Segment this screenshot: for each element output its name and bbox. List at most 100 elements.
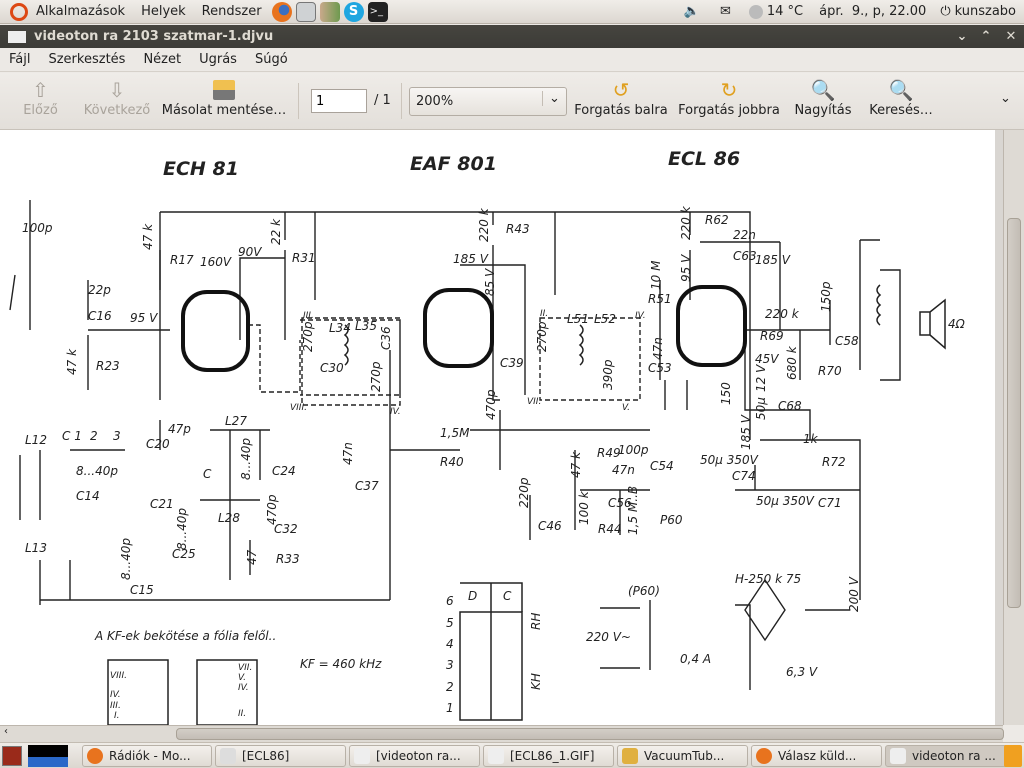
- power-label: 0,4 A: [680, 652, 711, 666]
- user-name[interactable]: kunszabo: [955, 4, 1016, 19]
- menu-edit[interactable]: Szerkesztés: [39, 52, 134, 67]
- menu-places[interactable]: Helyek: [133, 4, 194, 19]
- tube-label: ECH 81: [163, 158, 239, 180]
- rotate-right-icon: ↻: [720, 78, 738, 102]
- terminal-icon[interactable]: >_: [367, 1, 388, 22]
- terminal-label: III.: [303, 311, 314, 321]
- component-label: L34: [329, 321, 351, 335]
- window-title: videoton ra 2103 szatmar-1.djvu: [34, 29, 274, 44]
- component-label: 150: [719, 382, 733, 405]
- component-label: 95 V: [679, 254, 693, 282]
- power-label: (P60): [628, 584, 660, 598]
- menu-help[interactable]: Súgó: [246, 52, 297, 67]
- component-label: 3: [113, 429, 121, 443]
- menu-view[interactable]: Nézet: [134, 52, 190, 67]
- component-label: C 1: [62, 429, 82, 443]
- component-label: 47p: [168, 422, 191, 436]
- horizontal-scrollbar[interactable]: ‹: [0, 725, 1004, 742]
- component-label: 100 k: [577, 490, 591, 525]
- page-total: / 1: [374, 93, 391, 108]
- foil-pin-label: IV.: [110, 690, 121, 700]
- next-button[interactable]: ⇩ Következő: [82, 77, 152, 118]
- vertical-scroll-thumb[interactable]: [1007, 218, 1021, 608]
- component-label: C25: [172, 547, 196, 561]
- component-label: 50µ 350V: [756, 494, 815, 508]
- zoom-select[interactable]: 200% ⌄: [409, 87, 567, 116]
- component-label: 470p: [484, 389, 498, 420]
- component-label: 45V: [755, 352, 779, 366]
- trash-icon[interactable]: [1004, 745, 1022, 767]
- component-label: 270p: [369, 361, 383, 392]
- menu-file[interactable]: Fájl: [0, 52, 39, 67]
- system-monitor-graph[interactable]: [28, 745, 68, 767]
- taskbar: Rádiók - Mo... [ECL86] [videoton ra... […: [0, 742, 1024, 768]
- component-label: 47 k: [569, 451, 583, 478]
- menu-go[interactable]: Ugrás: [190, 52, 246, 67]
- page-number-input[interactable]: [311, 89, 367, 113]
- foil-pin-label: VII.: [238, 663, 252, 673]
- component-label: 8...40p: [76, 464, 118, 478]
- taskbar-item-label: [ECL86]: [242, 749, 290, 763]
- component-label: C32: [274, 522, 298, 536]
- scroll-left-arrow-icon[interactable]: ‹: [4, 726, 8, 737]
- taskbar-item[interactable]: Válasz küld...: [751, 745, 882, 767]
- volume-icon[interactable]: 🔈: [684, 4, 700, 19]
- component-label: 47: [245, 549, 259, 565]
- component-label: 8...40p: [175, 508, 189, 550]
- document-view[interactable]: ECH 81 EAF 801 ECL 86 100p 22p C16 95 V …: [0, 130, 1024, 725]
- rotate-left-label: Forgatás balra: [574, 103, 668, 118]
- skype-icon[interactable]: S: [343, 1, 364, 22]
- chevron-down-icon: ⌄: [542, 91, 566, 106]
- component-label: R33: [276, 552, 300, 566]
- component-label: C36: [379, 326, 393, 350]
- minimize-button[interactable]: ⌄: [950, 29, 974, 44]
- taskbar-item-active[interactable]: videoton ra ...: [885, 745, 1016, 767]
- taskbar-item-label: Válasz küld...: [778, 749, 857, 763]
- component-label: 10 M: [649, 260, 663, 290]
- mail-icon[interactable]: ✉: [720, 4, 731, 19]
- next-label: Következő: [83, 103, 151, 118]
- disk-utility-icon[interactable]: [295, 1, 316, 22]
- vertical-scrollbar[interactable]: [1003, 130, 1024, 725]
- component-label: R72: [822, 455, 846, 469]
- component-label: C37: [355, 479, 379, 493]
- menu-system[interactable]: Rendszer: [194, 4, 270, 19]
- rotate-right-button[interactable]: ↻ Forgatás jobbra: [677, 77, 781, 118]
- component-label: R43: [506, 222, 530, 236]
- previous-button[interactable]: ⇧ Előző: [18, 77, 63, 118]
- save-copy-button[interactable]: Másolat mentése…: [160, 77, 288, 118]
- weather-temperature[interactable]: 14 °C: [767, 4, 803, 19]
- component-label: 390p: [601, 359, 615, 390]
- ubuntu-logo-icon[interactable]: [10, 2, 28, 21]
- toolbar-overflow-chevron-icon[interactable]: ⌄: [1000, 91, 1011, 106]
- horizontal-scroll-thumb[interactable]: [176, 728, 1004, 740]
- image-icon: [488, 748, 504, 764]
- show-desktop-button[interactable]: [2, 746, 22, 766]
- component-label: L52: [594, 312, 616, 326]
- document-icon: [890, 748, 906, 764]
- component-label: 185 V: [739, 414, 753, 450]
- taskbar-item[interactable]: Rádiók - Mo...: [82, 745, 212, 767]
- close-button[interactable]: ✕: [998, 29, 1024, 44]
- save-copy-label: Másolat mentése…: [161, 103, 287, 118]
- power-icon[interactable]: ⏻: [940, 4, 950, 19]
- weather-icon[interactable]: [748, 4, 763, 19]
- switch-row: 6: [446, 594, 454, 608]
- zoom-in-button[interactable]: 🔍 Nagyítás: [793, 77, 853, 118]
- menu-applications[interactable]: Alkalmazások: [28, 4, 133, 19]
- taskbar-item[interactable]: [ECL86_1.GIF]: [483, 745, 614, 767]
- component-label: C39: [500, 356, 524, 370]
- component-label: 50µ: [754, 397, 768, 420]
- firefox-icon[interactable]: [271, 1, 292, 22]
- taskbar-item[interactable]: [videoton ra...: [349, 745, 480, 767]
- taskbar-item[interactable]: [ECL86]: [215, 745, 346, 767]
- component-label: 22n: [733, 228, 756, 242]
- rotate-left-button[interactable]: ↺ Forgatás balra: [573, 77, 669, 118]
- if-frequency-note: KF = 460 kHz: [300, 657, 382, 671]
- clock[interactable]: ápr. 9., p, 22.00: [819, 4, 926, 19]
- taskbar-item[interactable]: VacuumTub...: [617, 745, 748, 767]
- maximize-button[interactable]: ⌃: [974, 29, 998, 44]
- find-button[interactable]: 🔍 Keresés…: [866, 77, 936, 118]
- switch-label: RH: [529, 613, 543, 630]
- users-icon[interactable]: [319, 1, 340, 22]
